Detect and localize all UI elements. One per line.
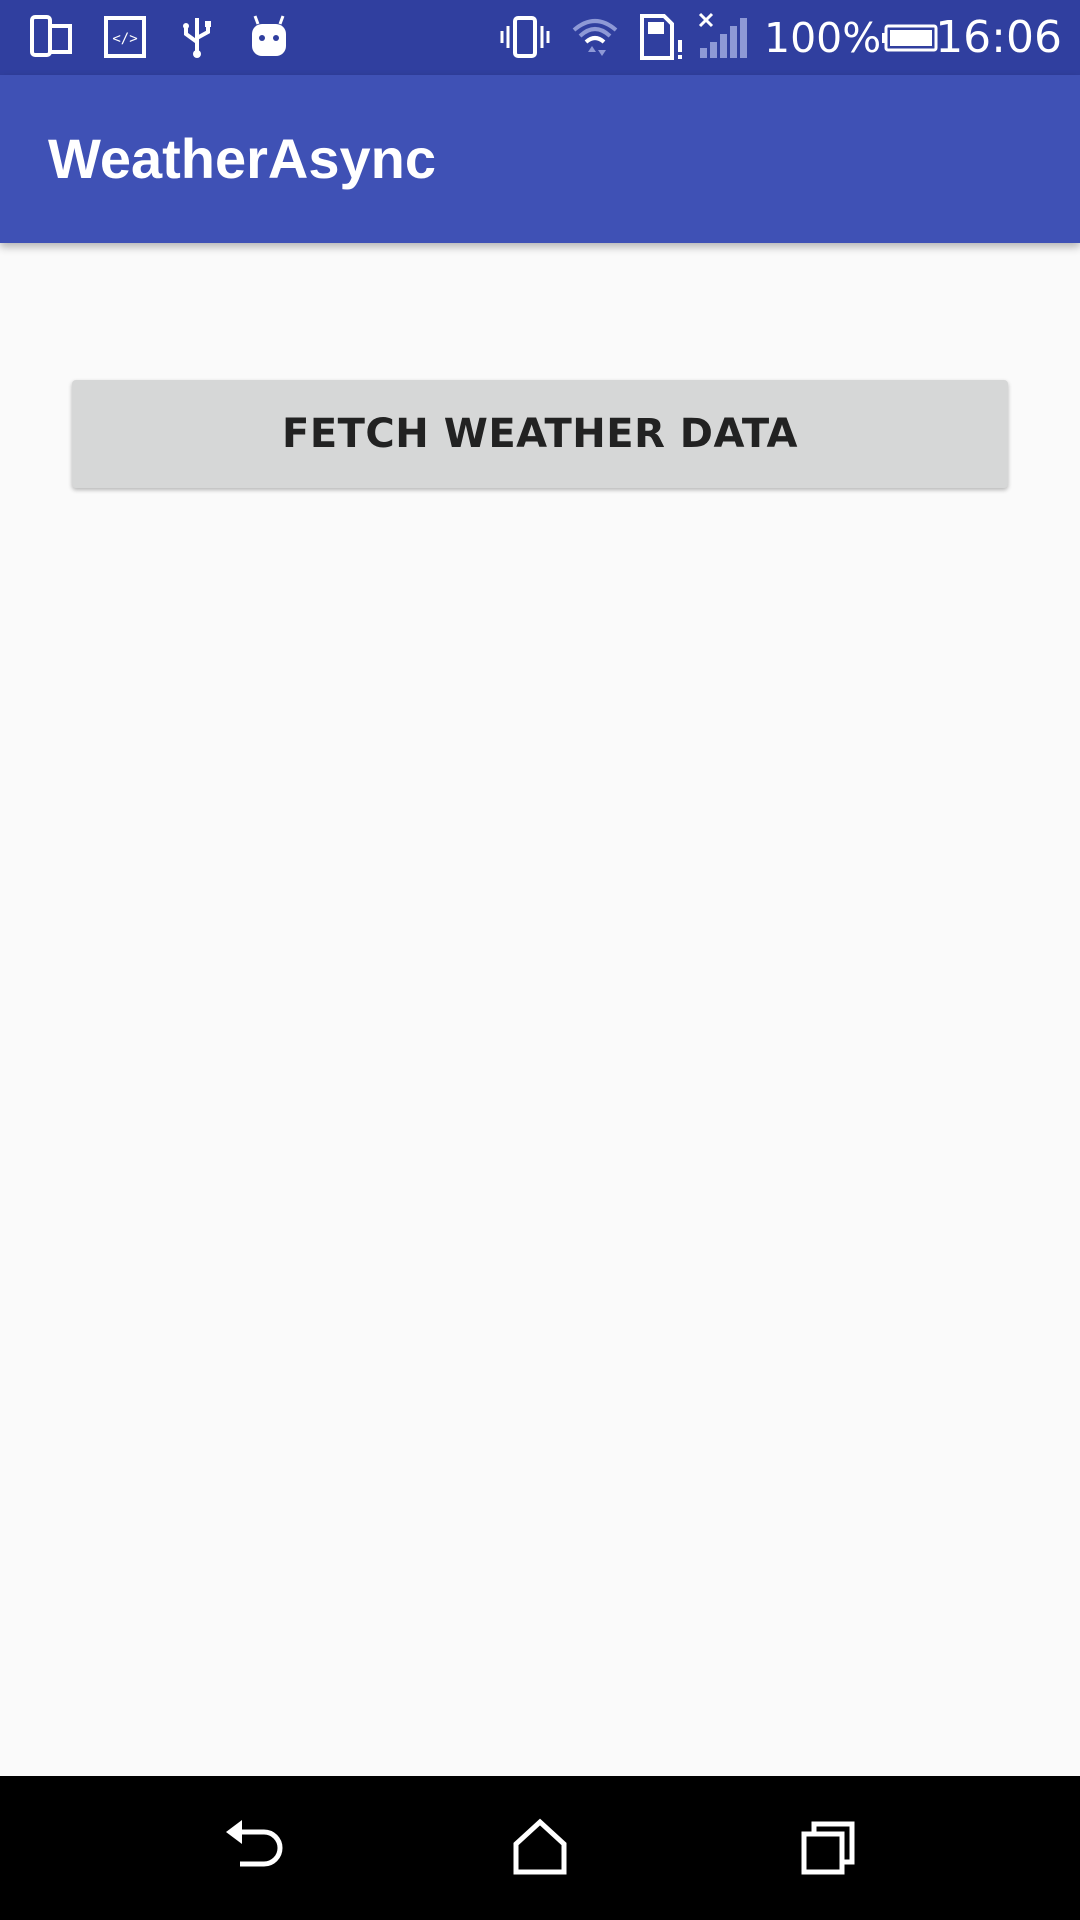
back-icon[interactable]	[216, 1810, 292, 1886]
code-icon: </>	[100, 12, 150, 62]
android-debug-icon	[244, 12, 294, 62]
home-icon[interactable]	[502, 1810, 578, 1886]
battery-percent: 100%	[764, 14, 882, 62]
svg-text:</>: </>	[112, 31, 137, 47]
vibrate-icon	[500, 12, 550, 62]
app-bar: WeatherAsync	[0, 75, 1080, 243]
app-title: WeatherAsync	[48, 127, 437, 190]
battery-icon	[880, 12, 938, 62]
main-content: FETCH WEATHER DATA	[0, 243, 1080, 1776]
recents-icon[interactable]	[790, 1810, 866, 1886]
usb-icon	[172, 12, 222, 62]
status-time: 16:06	[935, 12, 1062, 63]
device-mirror-icon	[28, 12, 78, 62]
wifi-icon	[570, 12, 620, 62]
sim-alert-icon	[638, 12, 688, 62]
status-bar: </> 100% 16:06	[0, 0, 1080, 75]
fetch-weather-button[interactable]: FETCH WEATHER DATA	[72, 380, 1008, 488]
navigation-bar	[0, 1776, 1080, 1920]
signal-icon	[698, 12, 748, 62]
